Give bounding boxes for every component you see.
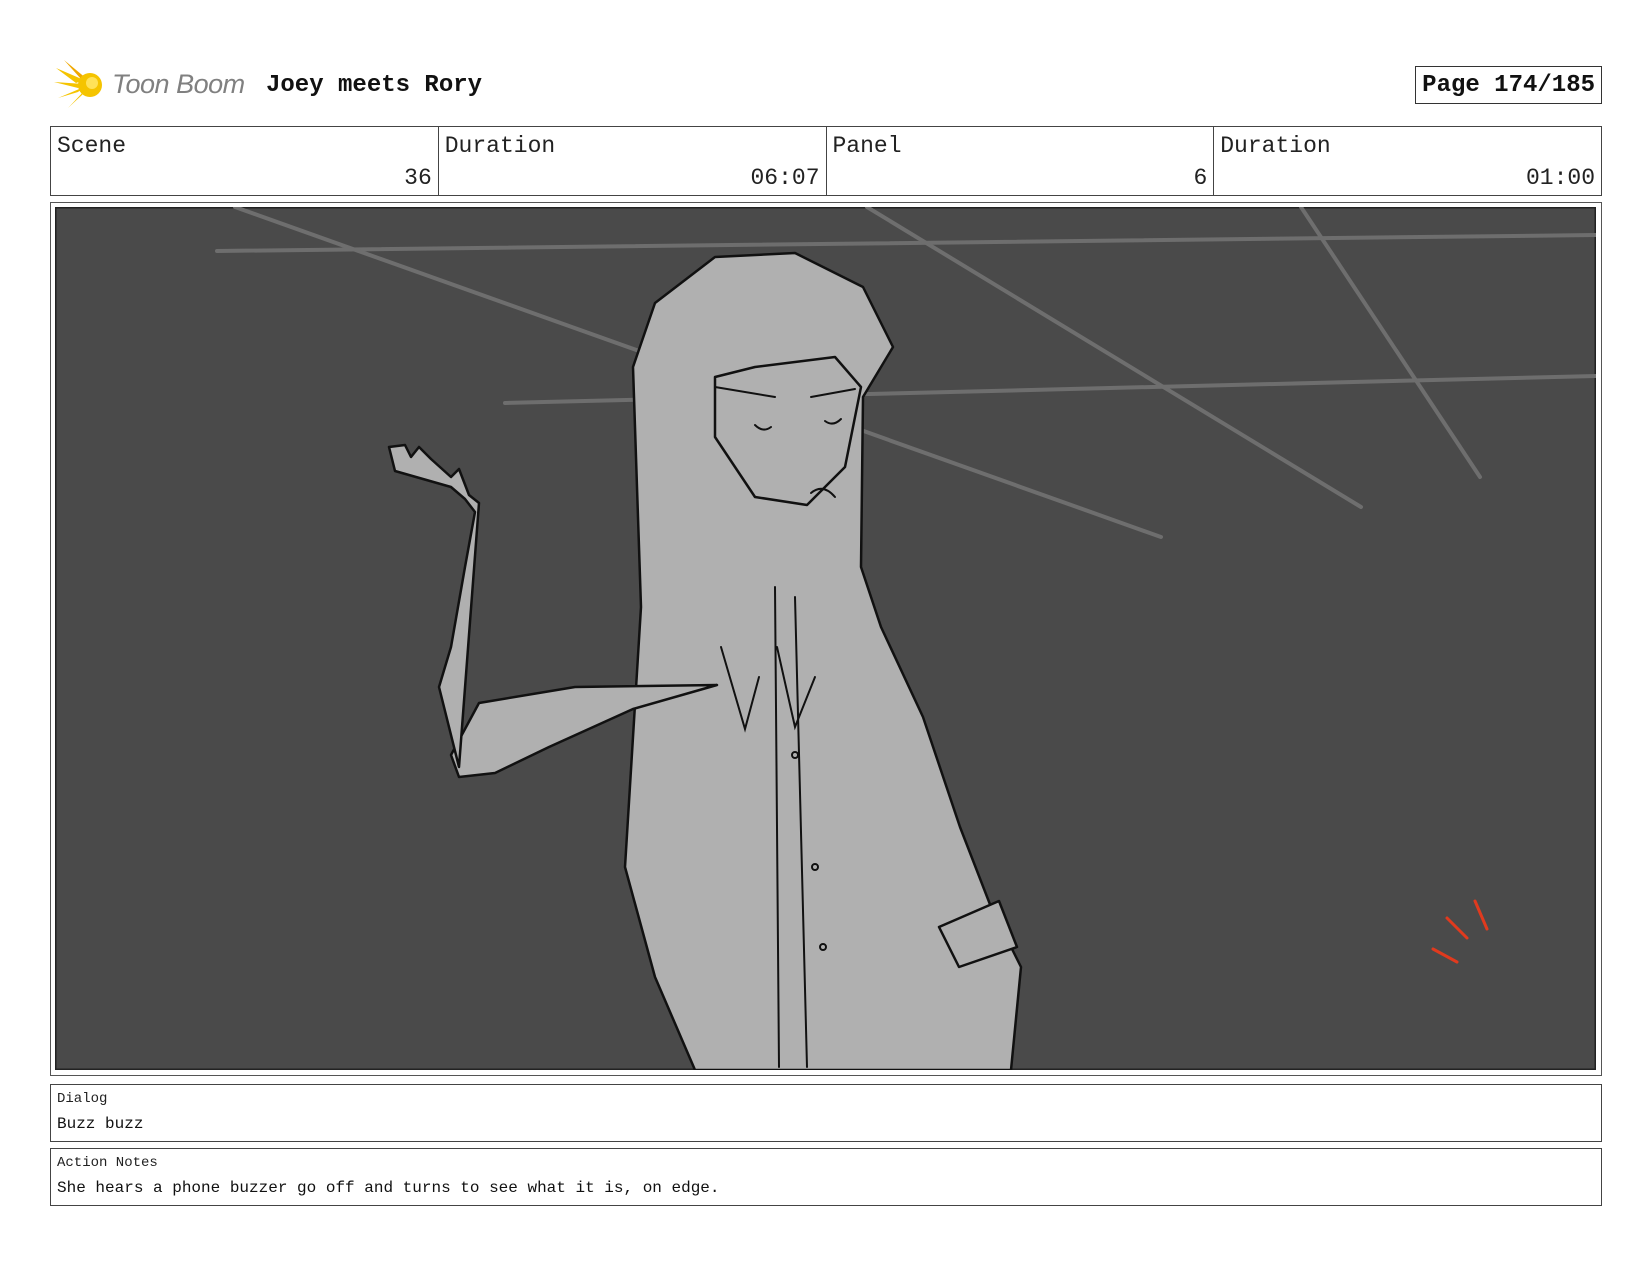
panel-label: Panel	[832, 133, 902, 159]
panel-cell: Panel 6	[827, 127, 1215, 195]
action-notes-text: She hears a phone buzzer go off and turn…	[57, 1179, 720, 1197]
logo-wordmark: Toon Boom	[112, 69, 245, 99]
panel-drawing	[55, 207, 1596, 1070]
scene-duration-value: 06:07	[750, 165, 820, 191]
scene-label: Scene	[57, 133, 127, 159]
dialog-box: Dialog Buzz buzz	[50, 1084, 1602, 1142]
storyboard-panel	[50, 202, 1602, 1076]
page-header: Toon Boom Joey meets Rory Page 174/185	[50, 58, 1602, 112]
scene-duration-cell: Duration 06:07	[439, 127, 827, 195]
logo-burst-icon	[54, 60, 102, 108]
dialog-text: Buzz buzz	[57, 1115, 144, 1133]
scene-info-table: Scene 36 Duration 06:07 Panel 6 Duration…	[50, 126, 1602, 196]
action-notes-box: Action Notes She hears a phone buzzer go…	[50, 1148, 1602, 1206]
toon-boom-logo: Toon Boom	[54, 60, 250, 110]
panel-duration-value: 01:00	[1525, 165, 1595, 191]
panel-value: 6	[1193, 165, 1208, 191]
scene-value: 36	[404, 165, 432, 191]
scene-duration-label: Duration	[444, 133, 556, 159]
panel-duration-label: Duration	[1220, 133, 1331, 159]
scene-cell: Scene 36	[51, 127, 439, 195]
action-notes-label: Action Notes	[57, 1155, 158, 1171]
page-number: Page 174/185	[1415, 66, 1602, 104]
project-title: Joey meets Rory	[266, 72, 483, 99]
panel-duration-cell: Duration 01:00	[1214, 127, 1601, 195]
dialog-label: Dialog	[57, 1091, 108, 1107]
